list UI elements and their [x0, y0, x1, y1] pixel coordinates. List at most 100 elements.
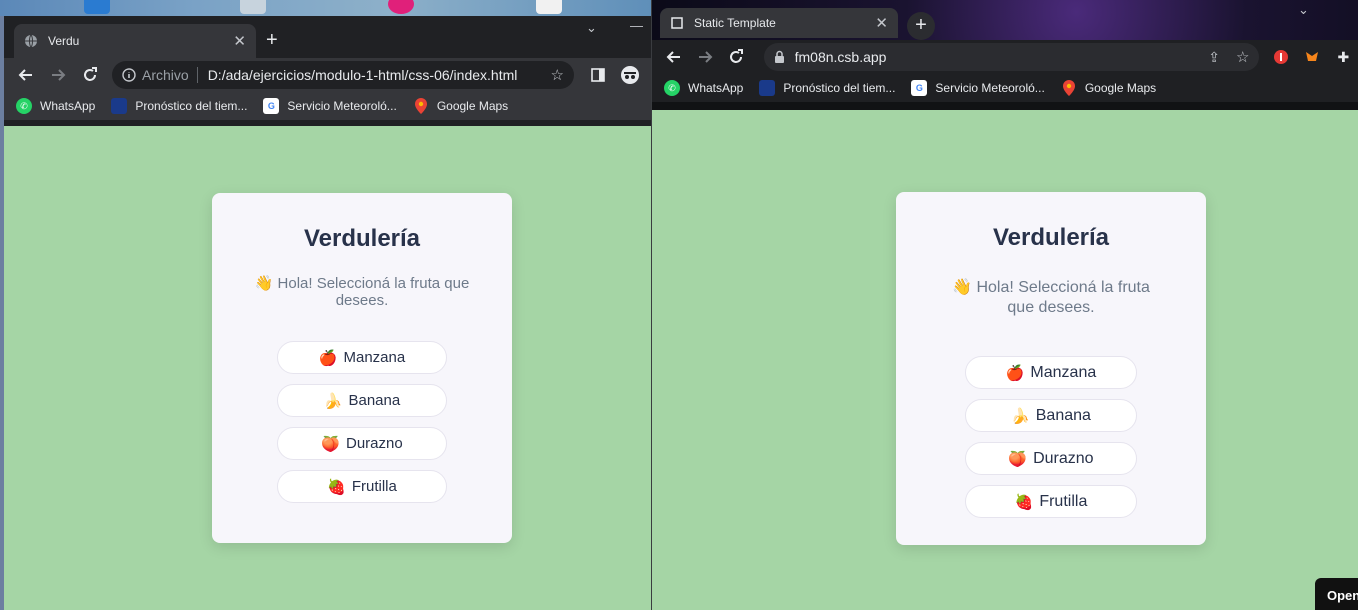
bookmark-whatsapp[interactable]: ✆ WhatsApp: [664, 80, 743, 96]
fruit-button-banana[interactable]: 🍌 Banana: [965, 399, 1137, 432]
browser-window-left: Verdu ✕ + ⌄ — Archivo D:/ada/ejercicios/…: [0, 0, 651, 610]
app-desktop-icon[interactable]: [388, 0, 414, 14]
bookmarks-bar: ✆ WhatsApp Pronóstico del tiem... G Serv…: [4, 92, 651, 120]
fruit-label: Banana: [348, 392, 401, 409]
reload-button[interactable]: [74, 61, 106, 89]
fruit-label: Manzana: [343, 349, 406, 366]
bookmark-label: Pronóstico del tiem...: [135, 99, 248, 113]
page-title: Verdulería: [303, 225, 421, 252]
fruit-button-durazno[interactable]: 🍑 Durazno: [277, 427, 447, 460]
tab-search-icon[interactable]: ⌄: [1298, 2, 1309, 18]
vscode-desktop-icon[interactable]: [84, 0, 110, 14]
bookmark-servicio-meteorologico[interactable]: G Servicio Meteoroló...: [911, 80, 1045, 96]
fruit-label: Frutilla: [1039, 492, 1088, 510]
new-tab-button[interactable]: +: [907, 12, 935, 40]
banana-icon: 🍌: [323, 392, 343, 410]
tab-close-icon[interactable]: ✕: [233, 32, 246, 50]
reload-button[interactable]: [720, 43, 751, 71]
browser-chrome: Verdu ✕ + ⌄ — Archivo D:/ada/ejercicios/…: [4, 16, 651, 126]
fruit-button-manzana[interactable]: 🍎 Manzana: [277, 341, 447, 374]
minimize-icon[interactable]: —: [630, 18, 643, 33]
incognito-icon[interactable]: [614, 61, 646, 89]
fruit-list: 🍎 Manzana 🍌 Banana 🍑 Durazno 🍓 Frutilla: [212, 341, 512, 503]
toolbar: Archivo D:/ada/ejercicios/modulo-1-html/…: [4, 58, 651, 92]
bookmark-label: Pronóstico del tiem...: [783, 81, 896, 95]
map-pin-icon: [413, 98, 429, 114]
bookmark-servicio-meteorologico[interactable]: G Servicio Meteoroló...: [263, 98, 397, 114]
fruit-label: Durazno: [345, 435, 403, 452]
url-text[interactable]: D:/ada/ejercicios/modulo-1-html/css-06/i…: [208, 67, 551, 83]
tab-static-template[interactable]: Static Template ✕: [660, 8, 898, 38]
banana-icon: 🍌: [1011, 407, 1030, 425]
bookmark-weather-channel[interactable]: Pronóstico del tiem...: [759, 80, 895, 96]
peach-icon: 🍑: [1008, 450, 1028, 468]
peach-icon: 🍑: [321, 435, 340, 453]
back-button[interactable]: [658, 43, 689, 71]
tab-title: Static Template: [694, 16, 776, 30]
page-title: Verdulería: [992, 224, 1110, 251]
lock-icon[interactable]: [774, 50, 785, 64]
fruit-button-manzana[interactable]: 🍎 Manzana: [965, 356, 1137, 389]
fruit-button-durazno[interactable]: 🍑 Durazno: [965, 442, 1137, 475]
bookmarks-bar: ✆ WhatsApp Pronóstico del tiem... G Serv…: [652, 74, 1358, 102]
whatsapp-icon: ✆: [664, 80, 680, 96]
adblock-extension-icon[interactable]: [1265, 43, 1296, 71]
weather-channel-icon: [111, 98, 128, 114]
new-tab-button[interactable]: +: [266, 30, 278, 50]
fruit-button-frutilla[interactable]: 🍓 Frutilla: [277, 470, 447, 503]
toolbar: fm08n.csb.app ⇪ ☆ ✚: [652, 40, 1358, 74]
extensions-puzzle-icon[interactable]: ✚: [1328, 43, 1358, 71]
fruit-button-frutilla[interactable]: 🍓 Frutilla: [965, 485, 1137, 518]
arrow-left-icon: [18, 69, 32, 81]
bookmark-google-maps[interactable]: Google Maps: [1061, 80, 1156, 96]
tab-search-icon[interactable]: ⌄: [586, 20, 597, 36]
star-icon[interactable]: ☆: [1236, 48, 1249, 66]
info-icon[interactable]: [122, 68, 136, 82]
forward-button[interactable]: [689, 43, 720, 71]
arrow-left-icon: [666, 51, 680, 63]
greeting-text: 👋 Hola! Seleccioná la fruta que desees.: [952, 279, 1150, 316]
codesandbox-icon: [670, 16, 684, 30]
url-text[interactable]: fm08n.csb.app: [795, 49, 1209, 65]
open-button[interactable]: Open: [1315, 578, 1358, 610]
google-icon: G: [263, 98, 280, 114]
browser-window-right: Static Template ✕ + ⌄ fm08n.csb.app ⇪ ☆ …: [651, 0, 1358, 610]
strawberry-icon: 🍓: [327, 478, 346, 496]
back-button[interactable]: [10, 61, 42, 89]
fruit-label: Frutilla: [351, 478, 397, 495]
bookmark-label: Google Maps: [1084, 81, 1157, 95]
address-bar[interactable]: Archivo D:/ada/ejercicios/modulo-1-html/…: [112, 61, 574, 89]
side-panel-icon[interactable]: [582, 61, 614, 89]
tab-close-icon[interactable]: ✕: [875, 14, 888, 32]
document-desktop-icon[interactable]: [536, 0, 562, 14]
bookmark-whatsapp[interactable]: ✆ WhatsApp: [16, 98, 95, 114]
fruit-button-banana[interactable]: 🍌 Banana: [277, 384, 447, 417]
strawberry-icon: 🍓: [1014, 493, 1034, 511]
whatsapp-icon: ✆: [16, 98, 32, 114]
tab-verdu[interactable]: Verdu ✕: [14, 24, 256, 58]
address-bar[interactable]: fm08n.csb.app ⇪ ☆: [763, 43, 1260, 71]
metamask-extension-icon[interactable]: [1297, 43, 1328, 71]
share-icon[interactable]: ⇪: [1208, 49, 1220, 66]
bookmark-label: Servicio Meteoroló...: [287, 99, 397, 113]
desktop-background: [0, 0, 651, 16]
verduleria-card: Verdulería 👋 Hola! Seleccioná la fruta q…: [212, 193, 512, 543]
star-icon[interactable]: ☆: [551, 66, 564, 84]
fruit-label: Banana: [1035, 406, 1091, 424]
bookmark-google-maps[interactable]: Google Maps: [413, 98, 508, 114]
verduleria-card: Verdulería 👋 Hola! Seleccioná la fruta q…: [896, 192, 1206, 545]
tab-strip: Verdu ✕ + ⌄ —: [4, 16, 651, 58]
forward-button[interactable]: [42, 61, 74, 89]
bookmark-label: Google Maps: [436, 99, 509, 113]
security-label: Archivo: [142, 67, 189, 83]
reload-icon: [84, 67, 97, 81]
tab-title: Verdu: [48, 34, 80, 48]
bookmark-weather-channel[interactable]: Pronóstico del tiem...: [111, 98, 247, 114]
bookmark-label: WhatsApp: [688, 81, 744, 95]
fruit-list: 🍎 Manzana 🍌 Banana 🍑 Durazno 🍓 Frutilla: [896, 356, 1206, 518]
globe-icon: [24, 34, 38, 48]
google-icon: G: [911, 80, 928, 96]
apple-icon: 🍎: [1005, 364, 1025, 382]
page-viewport: Verdulería 👋 Hola! Seleccioná la fruta q…: [4, 126, 651, 610]
recycle-bin-desktop-icon[interactable]: [240, 0, 266, 14]
